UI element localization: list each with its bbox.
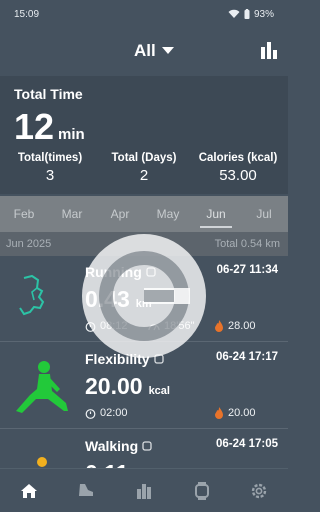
activity-title-text: Running — [85, 264, 142, 280]
summary-panel: Total Time 12 min Total(times) 3 Total (… — [0, 76, 288, 194]
period-label: Jun 2025 — [6, 238, 52, 250]
stat-label: Total (Days) — [111, 152, 177, 164]
nav-settings[interactable] — [230, 469, 288, 512]
activity-value-unit: kcal — [148, 385, 170, 397]
total-time-unit: min — [58, 126, 85, 143]
activity-pace: 18'56" — [148, 320, 194, 332]
top-bar: All — [0, 32, 288, 72]
stat-value: 53.00 — [219, 167, 257, 184]
selected-month-indicator — [200, 226, 232, 228]
activity-title: Flexibility — [85, 351, 164, 367]
activity-value: 0.11 — [85, 460, 129, 468]
activity-duration: 02:00 — [85, 407, 128, 419]
stat-label: Total(times) — [17, 152, 83, 164]
activity-calories: 28.00 — [214, 320, 256, 332]
activity-filter-dropdown[interactable]: All — [134, 41, 174, 61]
stretching-figure-icon — [16, 361, 68, 413]
walking-figure-icon — [37, 457, 47, 467]
activity-title-text: Walking — [85, 438, 139, 454]
shoe-icon — [79, 483, 94, 496]
route-map-thumbnail — [19, 274, 45, 316]
month-tab-mar[interactable]: Mar — [48, 196, 96, 232]
activity-duration: 08:12 — [85, 320, 128, 332]
wifi-icon — [228, 9, 240, 18]
stopwatch-icon — [85, 408, 96, 419]
nav-home[interactable] — [0, 469, 58, 512]
activity-date: 06-24 17:05 — [215, 438, 278, 450]
nav-activity[interactable] — [58, 469, 116, 512]
bottom-navigation — [0, 468, 288, 512]
duration-text: 02:00 — [100, 407, 128, 419]
total-time-value: 12 — [14, 106, 55, 147]
month-tab-jul[interactable]: Jul — [240, 196, 288, 232]
caret-down-icon — [161, 47, 174, 54]
battery-level: 93% — [253, 8, 274, 20]
stat-value: 3 — [45, 167, 55, 184]
activity-title-text: Flexibility — [85, 351, 150, 367]
activity-card-flexibility[interactable]: Flexibility 06-24 17:17 20.00 kcal 02:00… — [0, 343, 288, 429]
activity-value: 20.00 kcal — [85, 373, 170, 400]
activity-card-walking[interactable]: Walking 06-24 17:05 0.11 — [0, 430, 288, 468]
nav-statistics[interactable] — [115, 469, 173, 512]
watch-icon — [194, 481, 209, 500]
duration-text: 08:12 — [100, 320, 128, 332]
calories-text: 28.00 — [228, 320, 256, 332]
total-time: 12 min — [14, 106, 85, 148]
month-selector: Feb Mar Apr May Jun Jul — [0, 196, 288, 232]
nav-device[interactable] — [173, 469, 231, 512]
gear-icon — [251, 483, 267, 498]
calories-text: 20.00 — [228, 407, 256, 419]
bar-chart-icon — [136, 483, 151, 499]
activity-title: Walking — [85, 438, 152, 454]
home-icon — [20, 483, 37, 498]
watch-icon — [142, 441, 152, 451]
statistics-chart-button[interactable] — [260, 41, 278, 59]
pace-text: 18'56" — [164, 320, 195, 332]
stat-total-times: Total(times) 3 — [2, 152, 98, 184]
status-icons: 93% — [228, 9, 274, 20]
speedometer-icon — [148, 324, 160, 331]
activity-value-unit: km — [135, 298, 152, 310]
period-header: Jun 2025 Total 0.54 km — [0, 232, 288, 256]
stat-total-days: Total (Days) 2 — [96, 152, 192, 184]
filter-label: All — [134, 41, 156, 60]
activity-value-number: 0.43 — [85, 286, 130, 312]
stat-value: 2 — [139, 167, 149, 184]
status-time: 15:09 — [14, 8, 40, 20]
stat-calories: Calories (kcal) 53.00 — [190, 152, 286, 184]
watch-icon — [153, 354, 164, 364]
stopwatch-icon — [85, 321, 96, 332]
activity-card-running[interactable]: Running 06-27 11:34 0.43 km 08:12 18'56"… — [0, 256, 288, 342]
month-tab-may[interactable]: May — [144, 196, 192, 232]
flame-icon — [215, 407, 223, 419]
activity-value-number: 0.11 — [85, 460, 129, 468]
activity-value: 0.43 km — [85, 286, 152, 313]
period-total: Total 0.54 km — [214, 238, 280, 250]
month-tab-feb[interactable]: Feb — [0, 196, 48, 232]
activity-date: 06-24 17:17 — [215, 351, 278, 363]
stat-label: Calories (kcal) — [198, 152, 278, 164]
activity-date: 06-27 11:34 — [216, 264, 278, 276]
month-tab-apr[interactable]: Apr — [96, 196, 144, 232]
summary-title: Total Time — [14, 86, 83, 102]
activity-value-number: 20.00 — [85, 373, 143, 399]
activity-calories: 20.00 — [214, 407, 256, 419]
watch-icon — [146, 267, 156, 277]
battery-icon — [244, 9, 250, 19]
flame-icon — [215, 320, 223, 332]
status-bar: 15:09 93% — [0, 0, 288, 28]
activity-title: Running — [85, 264, 156, 280]
